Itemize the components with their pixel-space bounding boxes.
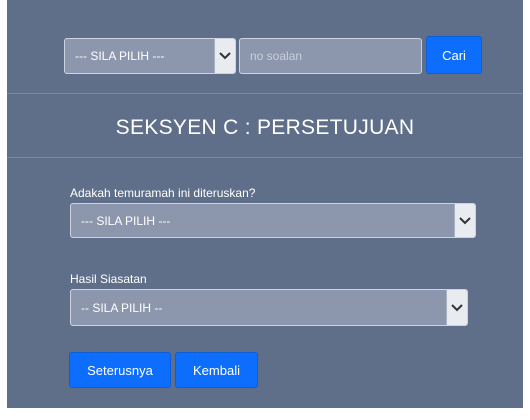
- next-button[interactable]: Seterusnya: [69, 352, 171, 388]
- question1-label: Adakah temuramah ini diteruskan?: [70, 186, 256, 200]
- search-button[interactable]: Cari: [426, 36, 482, 74]
- investigation-result-select-value: -- SILA PILIH --: [81, 300, 163, 315]
- chevron-down-icon: [446, 290, 467, 325]
- interview-continue-select-value: --- SILA PILIH ---: [81, 213, 171, 228]
- question-number-select-value: --- SILA PILIH ---: [75, 49, 165, 63]
- investigation-result-select[interactable]: -- SILA PILIH --: [70, 289, 468, 326]
- chevron-down-icon: [454, 204, 475, 237]
- question-number-select[interactable]: --- SILA PILIH ---: [64, 38, 236, 74]
- title-divider: [7, 157, 523, 158]
- interview-continue-select[interactable]: --- SILA PILIH ---: [70, 203, 476, 238]
- question-number-input-wrapper: [239, 38, 422, 74]
- section-title: SEKSYEN C : PERSETUJUAN: [115, 116, 415, 139]
- next-button-label: Seterusnya: [87, 362, 153, 378]
- form-panel: --- SILA PILIH --- Cari SEKSYEN C : PERS…: [7, 0, 523, 408]
- header-divider: [7, 93, 523, 94]
- question2-label: Hasil Siasatan: [70, 272, 147, 286]
- search-button-label: Cari: [442, 47, 466, 63]
- chevron-down-icon: [214, 39, 235, 73]
- question-number-input[interactable]: [240, 39, 421, 73]
- back-button[interactable]: Kembali: [175, 352, 258, 388]
- back-button-label: Kembali: [193, 362, 240, 378]
